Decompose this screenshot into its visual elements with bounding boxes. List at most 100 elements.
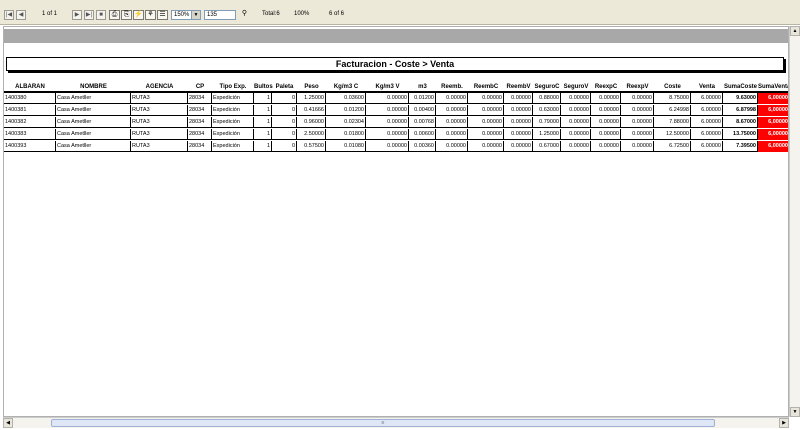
cell-peso: 1.25000 (297, 93, 326, 104)
cell-coste: 12.50000 (654, 129, 691, 140)
scroll-down-icon[interactable]: ▼ (790, 407, 800, 417)
print-icon[interactable]: ⎙ (109, 10, 120, 20)
cell-m3: 0.00600 (409, 129, 436, 140)
stop-icon[interactable]: ■ (96, 10, 106, 20)
cell-nombre: Casa Ametller (56, 129, 131, 140)
cell-tipo-exp: Expedición (212, 93, 254, 104)
cell-kg-m3-v: 0.00000 (366, 117, 409, 128)
cell-seguro-v: 0.00000 (561, 117, 591, 128)
cell-reemb: 0.00000 (436, 93, 468, 104)
table-row[interactable]: 1400380 Casa Ametller RUTA3 28034 Expedición… (4, 93, 788, 104)
cell-albaran: 1400383 (4, 129, 56, 140)
scroll-left-icon[interactable]: ◀ (3, 418, 13, 428)
cell-bultos: 1 (254, 129, 272, 140)
cell-suma-coste: 8.67000 (723, 117, 758, 128)
table-row[interactable]: 1400383 Casa Ametller RUTA3 28034 Expedición… (4, 129, 788, 140)
cell-nombre: Casa Ametller (56, 141, 131, 152)
cell-reexp-v: 0.00000 (621, 105, 654, 116)
cell-paleta: 0 (272, 105, 297, 116)
cell-kg-m3-c: 0.01800 (326, 129, 366, 140)
cell-seguro-c: 1.25000 (533, 129, 561, 140)
zoom-percent: 100% (294, 11, 310, 17)
cell-m3: 0.01200 (409, 93, 436, 104)
cell-bultos: 1 (254, 117, 272, 128)
cell-kg-m3-v: 0.00000 (366, 129, 409, 140)
scroll-up-icon[interactable]: ▲ (790, 26, 800, 36)
cell-tipo-exp: Expedición (212, 141, 254, 152)
cell-nombre: Casa Ametller (56, 117, 131, 128)
cell-reemb-v: 0.00000 (504, 117, 533, 128)
cell-suma-venta: 6,00000 (758, 129, 788, 140)
cell-albaran: 1400393 (4, 141, 56, 152)
total-records: Total:6 (262, 11, 280, 17)
tree-icon[interactable]: ⚘ (145, 10, 156, 20)
cell-suma-coste: 9.63000 (723, 93, 758, 104)
cell-nombre: Casa Ametller (56, 93, 131, 104)
cell-reexp-v: 0.00000 (621, 93, 654, 104)
table-row[interactable]: 1400382 Casa Ametller RUTA3 28034 Expedición… (4, 117, 788, 128)
cell-albaran: 1400381 (4, 105, 56, 116)
scroll-right-icon[interactable]: ▶ (779, 418, 789, 428)
horizontal-scrollbar[interactable]: ◀ ≡ ▶ (3, 417, 789, 428)
cell-venta: 6.00000 (691, 117, 723, 128)
zoom-value: 150% (174, 12, 190, 18)
group-icon[interactable]: ☰ (157, 10, 168, 20)
refresh-icon[interactable]: ⚡ (133, 10, 144, 20)
table-row[interactable]: 1400393 Casa Ametller RUTA3 28034 Expedición… (4, 141, 788, 152)
cell-seguro-v: 0.00000 (561, 129, 591, 140)
search-input[interactable]: 135 (204, 10, 236, 20)
cell-peso: 0.41666 (297, 105, 326, 116)
cell-seguro-v: 0.00000 (561, 141, 591, 152)
cell-reemb-v: 0.00000 (504, 105, 533, 116)
cell-cp: 28034 (188, 129, 212, 140)
cell-paleta: 0 (272, 93, 297, 104)
cell-m3: 0.00400 (409, 105, 436, 116)
cell-reemb: 0.00000 (436, 129, 468, 140)
cell-suma-venta: 6,00000 (758, 141, 788, 152)
cell-coste: 8.75000 (654, 93, 691, 104)
cell-agencia: RUTA3 (131, 141, 188, 152)
cell-bultos: 1 (254, 141, 272, 152)
prev-page-icon[interactable]: ◀ (16, 10, 26, 20)
cell-kg-m3-c: 0.03600 (326, 93, 366, 104)
cell-seguro-c: 0.79000 (533, 117, 561, 128)
cell-paleta: 0 (272, 141, 297, 152)
report-title: Facturacion - Coste > Venta (6, 57, 784, 71)
vertical-scrollbar[interactable]: ▲ ▼ (789, 26, 800, 417)
cell-tipo-exp: Expedición (212, 105, 254, 116)
table-row[interactable]: 1400381 Casa Ametller RUTA3 28034 Expedición… (4, 105, 788, 116)
next-page-icon[interactable]: ▶ (72, 10, 82, 20)
cell-venta: 6.00000 (691, 129, 723, 140)
cell-seguro-c: 0.88000 (533, 93, 561, 104)
cell-seguro-v: 0.00000 (561, 93, 591, 104)
cell-reexp-c: 0.00000 (591, 105, 621, 116)
scroll-thumb[interactable]: ≡ (51, 419, 715, 427)
cell-reexp-v: 0.00000 (621, 129, 654, 140)
cell-reemb: 0.00000 (436, 141, 468, 152)
cell-reexp-c: 0.00000 (591, 129, 621, 140)
report-header-band (4, 29, 788, 43)
first-page-icon[interactable]: |◀ (4, 10, 14, 20)
cell-suma-venta: 6,00000 (758, 117, 788, 128)
cell-cp: 28034 (188, 117, 212, 128)
cell-agencia: RUTA3 (131, 105, 188, 116)
cell-reemb-c: 0.00000 (468, 117, 504, 128)
cell-coste: 7.88000 (654, 117, 691, 128)
cell-kg-m3-c: 0.02304 (326, 117, 366, 128)
zoom-select[interactable]: 150% ▼ (171, 10, 201, 20)
binoculars-icon[interactable]: ⚲ (239, 10, 250, 20)
cell-bultos: 1 (254, 93, 272, 104)
cell-reemb-c: 0.00000 (468, 93, 504, 104)
chevron-down-icon[interactable]: ▼ (191, 11, 200, 19)
cell-peso: 0.57500 (297, 141, 326, 152)
cell-cp: 28034 (188, 141, 212, 152)
cell-venta: 6.00000 (691, 141, 723, 152)
cell-m3: 0.00360 (409, 141, 436, 152)
print-setup-icon[interactable]: ⎘ (121, 10, 132, 20)
last-page-icon[interactable]: ▶| (84, 10, 94, 20)
cell-reemb: 0.00000 (436, 105, 468, 116)
cell-suma-coste: 6.87998 (723, 105, 758, 116)
cell-albaran: 1400380 (4, 93, 56, 104)
cell-reexp-v: 0.00000 (621, 117, 654, 128)
cell-coste: 6.72500 (654, 141, 691, 152)
